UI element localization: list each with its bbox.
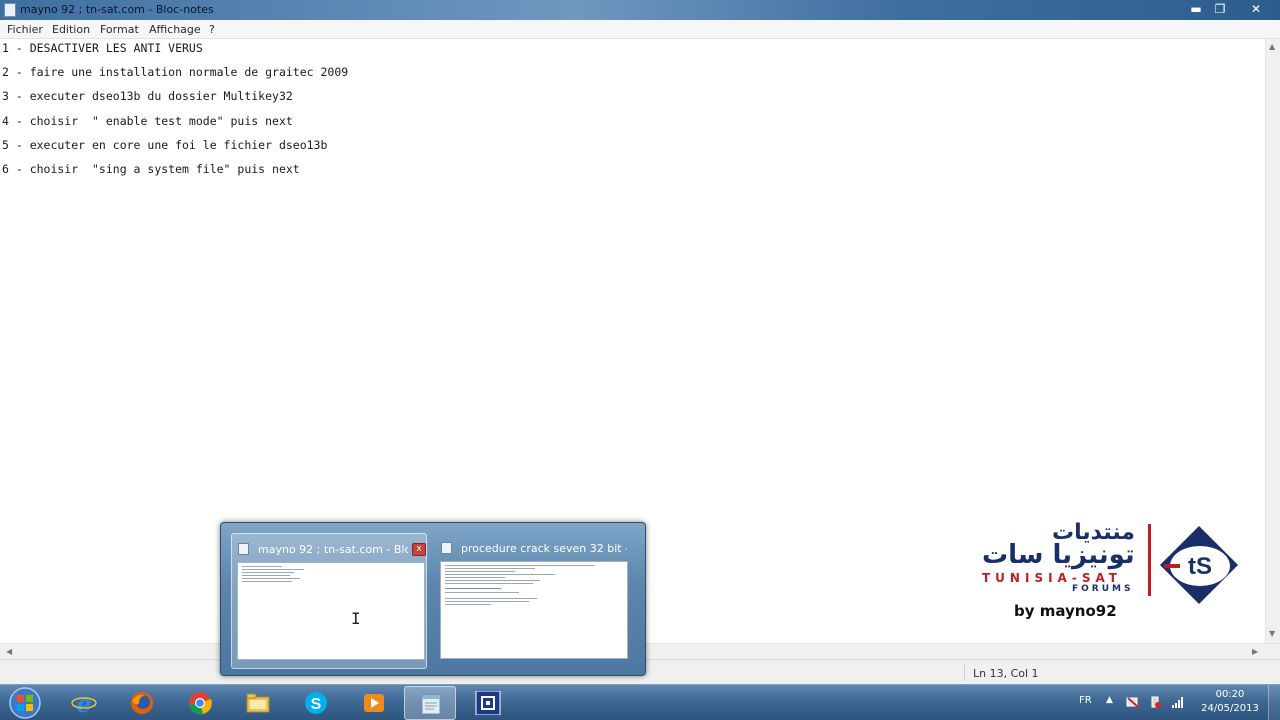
clock-time: 00:20 (1215, 689, 1245, 700)
start-button[interactable] (6, 687, 44, 719)
preview-close-button[interactable]: x (412, 543, 426, 556)
maximize-button[interactable]: ❐ (1208, 1, 1232, 17)
preview-thumbnail[interactable]: mayno 92 ; tn-sat.com - Blo... x I (231, 533, 427, 669)
vertical-scrollbar[interactable]: ▲ ▼ (1265, 39, 1280, 643)
text-line: 6 - choisir "sing a system file" puis ne… (2, 162, 300, 176)
watermark-latin-name: TUNISIA-SAT (982, 571, 1122, 585)
preview-text-line (242, 566, 282, 567)
text-line: 2 - faire une installation normale de gr… (2, 65, 349, 79)
watermark-arabic-subtitle: تونيزيا سات (982, 540, 1135, 570)
menu-edition[interactable]: Edition (52, 23, 90, 36)
media-player-icon (364, 694, 384, 712)
tunisia-sat-logo-icon: tS (1160, 526, 1238, 604)
menu-bar: Fichier Edition Format Affichage ? (0, 20, 1280, 39)
taskbar-firefox-button[interactable] (116, 686, 168, 720)
taskbar-media-button[interactable] (348, 686, 400, 720)
preview-text-line (445, 592, 519, 593)
notepad-icon (441, 542, 452, 554)
preview-text-line (445, 568, 535, 569)
window-title: mayno 92 ; tn-sat.com - Bloc-notes (20, 3, 214, 16)
cursor-position: Ln 13, Col 1 (973, 667, 1039, 680)
taskbar-ie-button[interactable]: e (58, 686, 110, 720)
watermark-forums: FORUMS (1072, 584, 1134, 594)
preview-title: procedure crack seven 32 bit - B... (461, 542, 627, 555)
scroll-up-icon[interactable]: ▲ (1269, 42, 1275, 51)
scroll-down-icon[interactable]: ▼ (1269, 629, 1275, 638)
taskbar: e S FR ▲ 00:20 24/05/2013 (0, 684, 1280, 720)
internet-explorer-icon: e (71, 691, 97, 715)
preview-text-line (242, 581, 292, 582)
text-cursor-icon: I (351, 609, 361, 628)
preview-text-line (242, 578, 300, 579)
taskbar-chrome-button[interactable] (174, 686, 226, 720)
menu-fichier[interactable]: Fichier (7, 23, 43, 36)
watermark-byline: by mayno92 (1014, 602, 1117, 620)
preview-text-line (445, 604, 491, 605)
preview-text-line (445, 565, 595, 566)
preview-text-line (445, 580, 540, 581)
network-device-icon[interactable] (1126, 696, 1140, 708)
preview-text-line (242, 575, 290, 576)
menu-affichage[interactable]: Affichage (149, 23, 201, 36)
show-desktop-button[interactable] (1268, 685, 1280, 720)
scroll-left-icon[interactable]: ◀ (6, 647, 12, 656)
preview-text-line (445, 577, 505, 578)
safely-remove-icon[interactable] (1148, 696, 1162, 708)
watermark-logo: منتديات تونيزيا سات TUNISIA-SAT FORUMS t… (976, 516, 1244, 634)
text-line: 5 - executer en core une foi le fichier … (2, 138, 328, 152)
app-icon (475, 691, 501, 715)
preview-text-line (445, 601, 529, 602)
taskbar-app-button[interactable] (462, 686, 514, 720)
preview-text-line (242, 569, 304, 570)
close-button[interactable]: ✕ (1244, 1, 1268, 17)
firefox-icon (131, 692, 153, 714)
chrome-icon (189, 692, 212, 715)
clock-date: 24/05/2013 (1201, 703, 1259, 714)
text-line: 4 - choisir " enable test mode" puis nex… (2, 114, 293, 128)
preview-text-line (445, 583, 533, 584)
preview-thumbnail[interactable]: procedure crack seven 32 bit - B... (435, 533, 631, 669)
notepad-icon (238, 543, 249, 555)
taskbar-skype-button[interactable]: S (290, 686, 342, 720)
svg-text:e: e (76, 691, 91, 715)
text-line: 1 - DESACTIVER LES ANTI VERUS (2, 41, 203, 55)
minimize-button[interactable]: ▬ (1184, 1, 1208, 17)
text-line: 3 - executer dseo13b du dossier Multikey… (2, 89, 293, 103)
notepad-icon (4, 3, 16, 17)
taskbar-preview-popup: mayno 92 ; tn-sat.com - Blo... x I proce… (220, 522, 646, 676)
file-explorer-icon (246, 693, 270, 713)
system-clock[interactable]: 00:20 24/05/2013 (1196, 688, 1264, 716)
preview-text-line (445, 598, 537, 599)
title-bar: mayno 92 ; tn-sat.com - Bloc-notes ▬ ❐ ✕ (0, 0, 1280, 20)
show-hidden-icons-icon[interactable]: ▲ (1106, 695, 1113, 705)
taskbar-notepad-button[interactable] (404, 686, 456, 720)
preview-link-line (445, 588, 501, 589)
preview-text-line (445, 571, 515, 572)
svg-text:tS: tS (1188, 553, 1212, 580)
scroll-right-icon[interactable]: ▶ (1252, 647, 1258, 656)
preview-page (440, 561, 628, 659)
skype-icon: S (305, 692, 327, 714)
language-indicator[interactable]: FR (1079, 695, 1092, 706)
watermark-divider (1148, 524, 1151, 596)
status-divider (964, 663, 965, 681)
preview-text-line (445, 574, 555, 575)
taskbar-explorer-button[interactable] (232, 686, 284, 720)
menu-format[interactable]: Format (100, 23, 139, 36)
signal-strength-icon[interactable] (1171, 696, 1185, 708)
preview-title: mayno 92 ; tn-sat.com - Blo... (258, 543, 408, 556)
preview-text-line (242, 572, 294, 573)
menu-help[interactable]: ? (209, 23, 215, 36)
preview-page: I (237, 562, 425, 660)
svg-text:S: S (311, 696, 322, 713)
notepad-icon (421, 694, 441, 715)
